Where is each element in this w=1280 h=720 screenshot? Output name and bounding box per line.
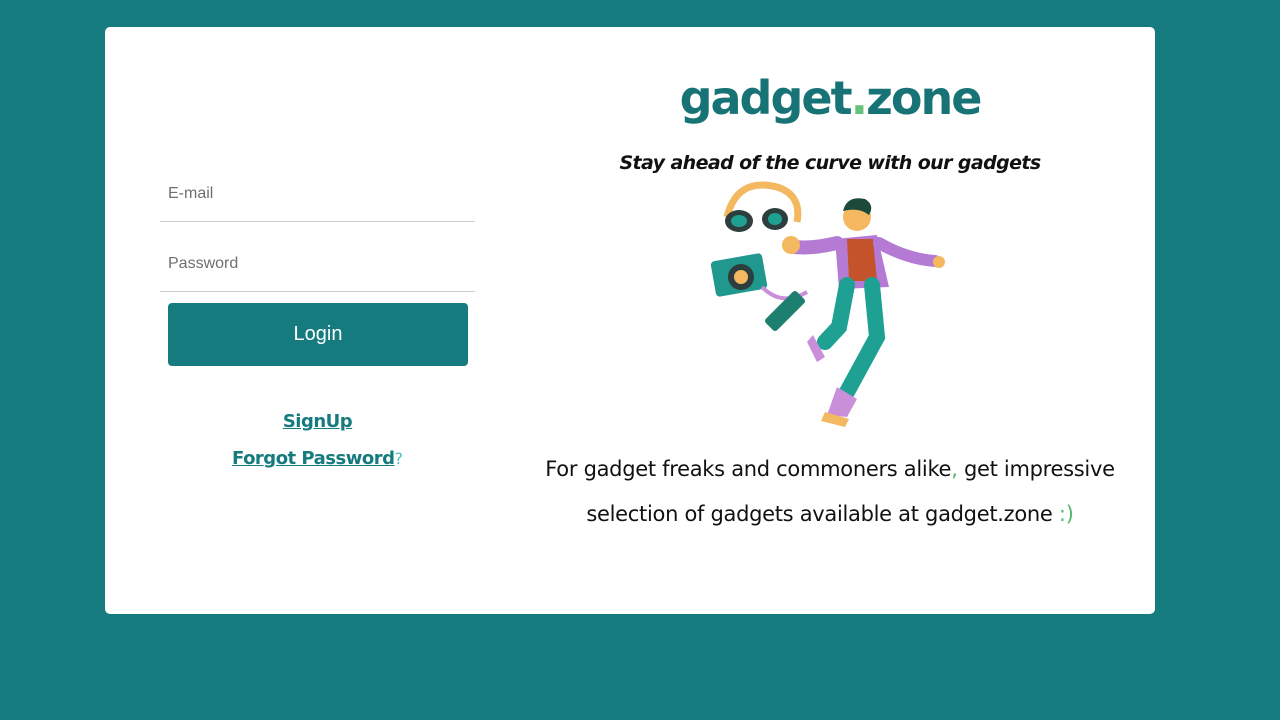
login-button[interactable]: Login [168, 303, 468, 366]
description-line2: selection of gadgets available at gadget… [525, 492, 1135, 537]
logo-dot: . [850, 71, 869, 125]
tagline: Stay ahead of the curve with our gadgets [619, 152, 1041, 174]
camera-icon [710, 253, 809, 301]
logo: gadget.zone [525, 71, 1135, 125]
gadget-illustration [710, 181, 945, 427]
description-smiley: :) [1058, 502, 1074, 526]
forgot-password-link[interactable]: Forgot Password [232, 444, 395, 474]
password-field-wrapper [160, 241, 475, 292]
brand-section: gadget.zone Stay ahead of the curve with… [525, 27, 1135, 614]
signup-link[interactable]: SignUp [283, 407, 353, 437]
logo-part2: zone [866, 71, 982, 125]
forgot-password-label: Forgot Password [232, 448, 395, 469]
logo-part1: gadget [679, 71, 853, 125]
auth-links: SignUp Forgot Password? [160, 407, 475, 481]
login-form: Login SignUp Forgot Password? [160, 27, 475, 614]
description-part2: get impressive [957, 457, 1115, 481]
email-input[interactable] [168, 179, 463, 209]
description: For gadget freaks and commoners alike, g… [525, 447, 1135, 537]
headphones-icon [723, 181, 802, 232]
phone-icon [765, 291, 805, 331]
person-figure [782, 198, 945, 427]
email-field-wrapper [160, 171, 475, 222]
password-input[interactable] [168, 249, 463, 279]
description-part3: selection of gadgets available at gadget… [586, 502, 1053, 526]
description-part1: For gadget freaks and commoners alike [545, 457, 952, 481]
login-card: Login SignUp Forgot Password? gadget.zon… [105, 27, 1155, 614]
description-line1: For gadget freaks and commoners alike, g… [525, 447, 1135, 492]
forgot-password-qmark: ? [394, 449, 403, 468]
